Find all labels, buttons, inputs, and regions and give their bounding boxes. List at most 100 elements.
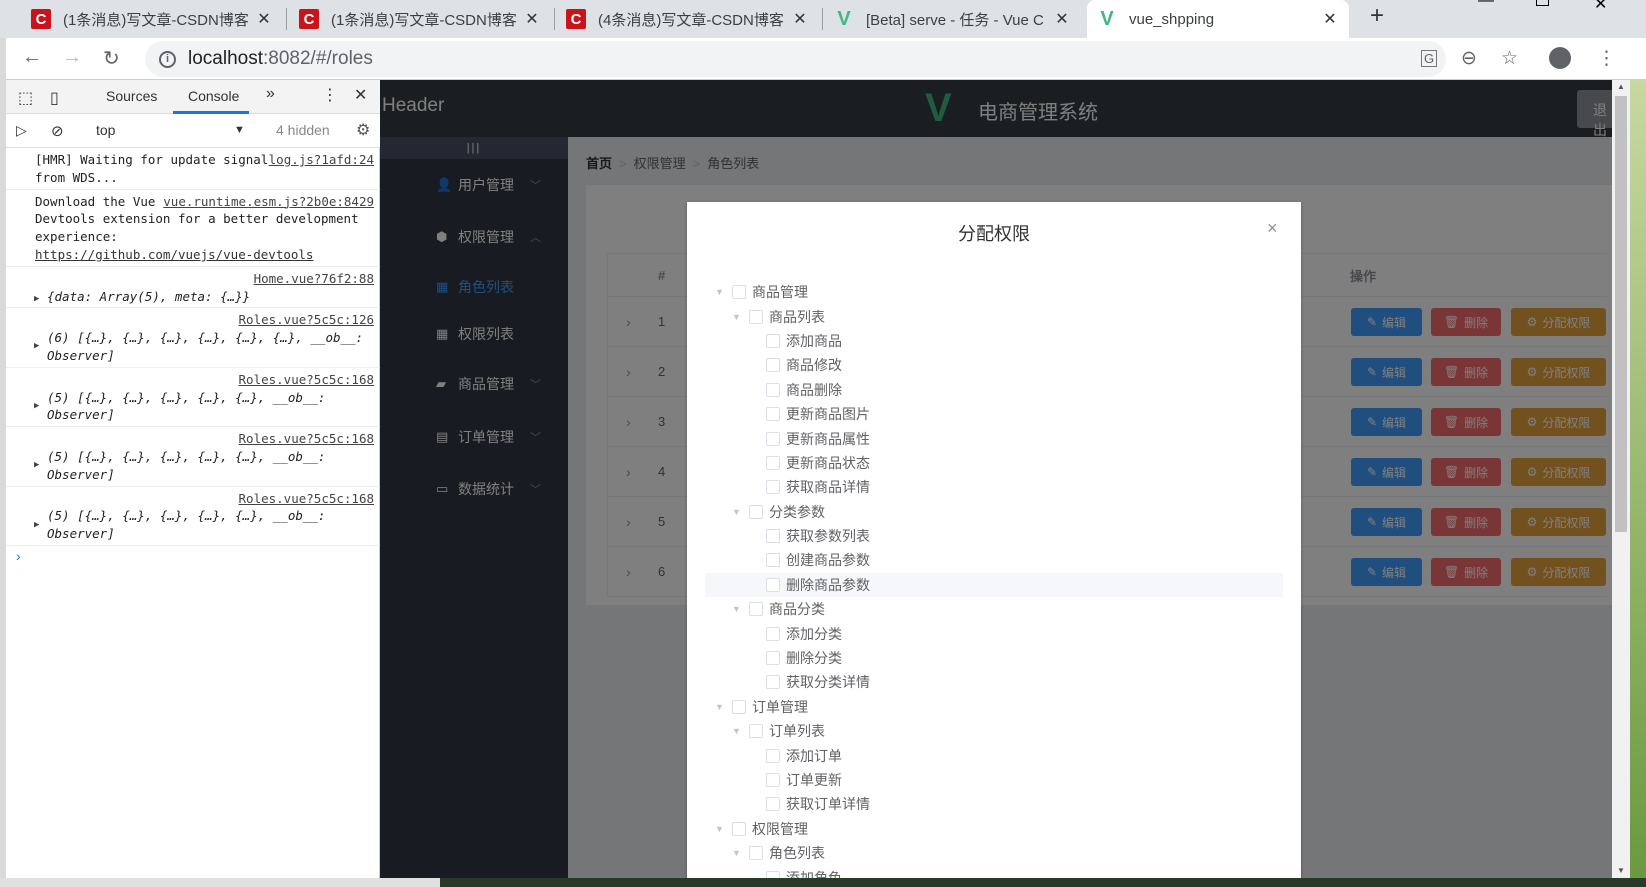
zoom-icon[interactable]: ⊖ bbox=[1461, 47, 1477, 70]
browser-tab[interactable]: C (1条消息)写文章-CSDN博客 ✕ bbox=[21, 0, 283, 38]
expand-triangle-icon[interactable]: ▶ bbox=[34, 517, 39, 535]
scroll-up-icon[interactable]: ▲ bbox=[1617, 82, 1625, 91]
tree-node[interactable]: ▼ 角色列表 bbox=[705, 841, 1283, 865]
tree-checkbox[interactable] bbox=[749, 309, 763, 324]
close-tab-icon[interactable]: ✕ bbox=[1053, 9, 1071, 29]
browser-tab[interactable]: V [Beta] serve - 任务 - Vue C ✕ bbox=[824, 0, 1081, 38]
logged-object[interactable]: (5) [{…}, {…}, {…}, {…}, {…}, __ob__: Ob… bbox=[35, 389, 374, 425]
console-source-link[interactable]: Home.vue?76f2:88 bbox=[35, 270, 374, 288]
browser-tab[interactable]: C (4条消息)写文章-CSDN博客 ✕ bbox=[556, 0, 819, 38]
expand-triangle-icon[interactable]: ▶ bbox=[34, 398, 39, 416]
caret-down-icon[interactable]: ▼ bbox=[715, 287, 724, 297]
logged-object[interactable]: {data: Array(5), meta: {…}} bbox=[35, 288, 374, 306]
tree-checkbox[interactable] bbox=[749, 724, 763, 739]
maximize-icon[interactable] bbox=[1536, 0, 1549, 6]
tree-checkbox[interactable] bbox=[766, 626, 780, 641]
caret-down-icon[interactable]: ▼ bbox=[732, 312, 741, 322]
caret-down-icon[interactable]: ▼ bbox=[732, 604, 741, 614]
console-source-link[interactable]: log.js?1afd:24 bbox=[269, 151, 374, 169]
page-scrollbar[interactable]: ▲ ▼ bbox=[1612, 80, 1630, 878]
inspect-element-icon[interactable]: ⬚ bbox=[18, 88, 33, 108]
tree-node[interactable]: 商品修改 bbox=[705, 353, 1283, 377]
url-bar[interactable]: i localhost:8082/#/roles bbox=[145, 41, 1446, 77]
close-tab-icon[interactable]: ✕ bbox=[523, 9, 541, 29]
close-tab-icon[interactable]: ✕ bbox=[791, 9, 809, 29]
tree-node[interactable]: ▼ 订单管理 bbox=[705, 695, 1283, 719]
tree-node[interactable]: 商品删除 bbox=[705, 378, 1283, 402]
tree-checkbox[interactable] bbox=[732, 821, 746, 836]
settings-gear-icon[interactable]: ⚙ bbox=[356, 120, 370, 140]
menu-icon[interactable]: ⋮ bbox=[1597, 47, 1616, 70]
horizontal-scrollbar[interactable] bbox=[0, 878, 440, 887]
more-tabs-button[interactable]: » bbox=[266, 85, 275, 103]
site-info-icon[interactable]: i bbox=[159, 50, 176, 68]
sidebar-toggle-icon[interactable]: ▷ bbox=[16, 122, 27, 139]
caret-down-icon[interactable]: ▼ bbox=[715, 824, 724, 834]
tree-node[interactable]: 获取订单详情 bbox=[705, 792, 1283, 816]
tree-checkbox[interactable] bbox=[766, 431, 780, 446]
tree-node[interactable]: 获取分类详情 bbox=[705, 670, 1283, 694]
console-source-link[interactable]: Roles.vue?5c5c:168 bbox=[35, 371, 374, 389]
tree-checkbox[interactable] bbox=[766, 748, 780, 763]
close-tab-icon[interactable]: ✕ bbox=[255, 9, 273, 29]
device-toolbar-icon[interactable]: ▯ bbox=[50, 88, 59, 108]
logged-object[interactable]: (5) [{…}, {…}, {…}, {…}, {…}, __ob__: Ob… bbox=[35, 448, 374, 484]
console-source-link[interactable]: vue.runtime.esm.js?2b0e:8429 bbox=[163, 193, 374, 211]
tree-node[interactable]: 更新商品属性 bbox=[705, 426, 1283, 450]
tree-node[interactable]: 订单更新 bbox=[705, 768, 1283, 792]
tree-node[interactable]: 删除商品参数 bbox=[705, 572, 1283, 598]
tree-node[interactable]: ▼ 权限管理 bbox=[705, 817, 1283, 841]
tree-checkbox[interactable] bbox=[766, 675, 780, 690]
close-window-icon[interactable]: ✕ bbox=[1594, 0, 1607, 14]
caret-down-icon[interactable]: ▼ bbox=[732, 507, 741, 517]
scrollbar-thumb[interactable] bbox=[1615, 96, 1627, 532]
tree-checkbox[interactable] bbox=[766, 553, 780, 568]
tree-checkbox[interactable] bbox=[766, 480, 780, 495]
reload-icon[interactable]: ↻ bbox=[103, 46, 120, 71]
logged-object[interactable]: (5) [{…}, {…}, {…}, {…}, {…}, __ob__: Ob… bbox=[35, 507, 374, 543]
tree-checkbox[interactable] bbox=[766, 577, 780, 592]
expand-triangle-icon[interactable]: ▶ bbox=[34, 338, 39, 356]
tree-node[interactable]: 更新商品状态 bbox=[705, 451, 1283, 475]
caret-down-icon[interactable]: ▼ bbox=[715, 702, 724, 712]
tree-node[interactable]: 添加商品 bbox=[705, 329, 1283, 353]
profile-icon[interactable] bbox=[1549, 47, 1571, 69]
browser-tab[interactable]: Vvue_shpping ✕ bbox=[1087, 0, 1349, 38]
close-devtools-icon[interactable]: ✕ bbox=[354, 85, 367, 105]
console-prompt[interactable]: › bbox=[6, 546, 380, 566]
tree-node[interactable]: ▼ 订单列表 bbox=[705, 719, 1283, 743]
tree-node[interactable]: ▼ 分类参数 bbox=[705, 500, 1283, 524]
tree-node[interactable]: 更新商品图片 bbox=[705, 402, 1283, 426]
new-tab-button[interactable]: + bbox=[1370, 2, 1384, 30]
tree-node[interactable]: 创建商品参数 bbox=[705, 548, 1283, 572]
forward-icon[interactable]: → bbox=[62, 46, 82, 69]
tree-checkbox[interactable] bbox=[766, 407, 780, 422]
expand-triangle-icon[interactable]: ▶ bbox=[34, 457, 39, 475]
logged-object[interactable]: (6) [{…}, {…}, {…}, {…}, {…}, {…}, __ob_… bbox=[35, 329, 374, 365]
caret-down-icon[interactable]: ▼ bbox=[732, 848, 741, 858]
devtools-menu-icon[interactable]: ⋮ bbox=[322, 85, 338, 105]
tree-checkbox[interactable] bbox=[766, 773, 780, 787]
expand-triangle-icon[interactable]: ▶ bbox=[34, 291, 39, 309]
tab-sources[interactable]: Sources bbox=[106, 88, 157, 104]
tree-checkbox[interactable] bbox=[766, 870, 780, 878]
tab-console[interactable]: Console bbox=[188, 88, 239, 104]
minimize-icon[interactable]: — bbox=[1478, 0, 1494, 10]
browser-tab[interactable]: C (1条消息)写文章-CSDN博客 ✕ bbox=[289, 0, 551, 38]
tree-checkbox[interactable] bbox=[766, 455, 780, 470]
tree-checkbox[interactable] bbox=[749, 602, 763, 617]
caret-down-icon[interactable]: ▼ bbox=[732, 726, 741, 736]
hidden-count[interactable]: 4 hidden bbox=[276, 122, 330, 138]
tree-checkbox[interactable] bbox=[766, 651, 780, 666]
console-source-link[interactable]: Roles.vue?5c5c:126 bbox=[35, 311, 374, 329]
close-tab-icon[interactable]: ✕ bbox=[1321, 9, 1339, 29]
clear-console-icon[interactable]: ⊘ bbox=[51, 122, 64, 140]
tree-checkbox[interactable] bbox=[766, 797, 780, 812]
tree-checkbox[interactable] bbox=[749, 846, 763, 861]
tree-checkbox[interactable] bbox=[749, 504, 763, 519]
chevron-down-icon[interactable]: ▼ bbox=[234, 124, 245, 136]
context-select[interactable]: top bbox=[96, 122, 115, 138]
tree-node[interactable]: ▼ 商品分类 bbox=[705, 597, 1283, 621]
tree-node[interactable]: ▼ 商品管理 bbox=[705, 280, 1283, 304]
bookmark-star-icon[interactable]: ☆ bbox=[1501, 47, 1518, 70]
